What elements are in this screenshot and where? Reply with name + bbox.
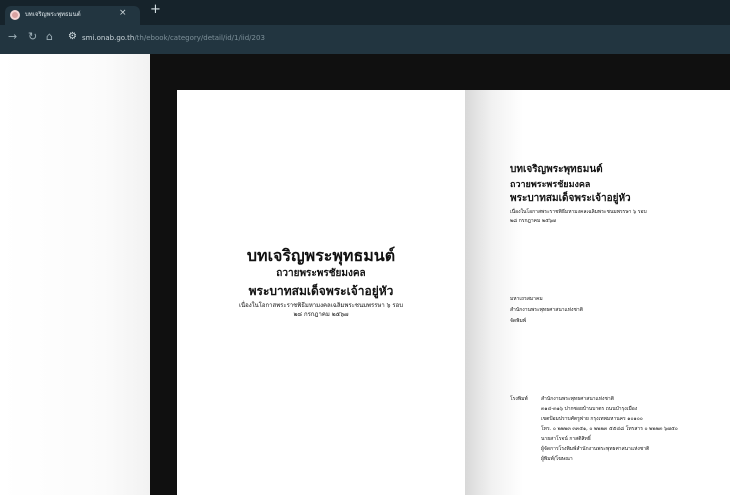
org-publisher: จัดพิมพ์ bbox=[510, 318, 527, 324]
forward-icon[interactable]: → bbox=[8, 30, 17, 43]
browser-tab-bar: บทเจริญพระพุทธมนต์ × + bbox=[0, 0, 730, 25]
url-path: /th/ebook/category/detail/id/1/iid/203 bbox=[134, 34, 265, 42]
printer-label: โรงพิมพ์ bbox=[510, 396, 528, 402]
browser-tab[interactable]: บทเจริญพระพุทธมนต์ × bbox=[5, 6, 140, 25]
book-right-page: บทเจริญพระพุทธมนต์ ถวายพระพรชัยมงคล พระบ… bbox=[465, 90, 730, 495]
right-page-title: บทเจริญพระพุทธมนต์ bbox=[510, 164, 603, 175]
left-panel bbox=[0, 54, 150, 495]
org-name: มหาเถรสมาคม bbox=[510, 296, 543, 302]
address-bar[interactable]: ⚙ smi.onab.go.th/th/ebook/category/detai… bbox=[64, 30, 714, 48]
printer-line: ผู้พิมพ์/โฆษณา bbox=[541, 456, 573, 462]
printer-line: โทร. ๐ ๒๒๒๓ ๓๓๕๑, ๐ ๒๒๒๓ ๕๕๔๘ โทรสาร ๐ ๒… bbox=[541, 426, 678, 432]
home-icon[interactable]: ⌂ bbox=[46, 30, 53, 43]
right-page-subtitle: ถวายพระพรชัยมงคล bbox=[510, 180, 591, 190]
printer-line: สำนักงานพระพุทธศาสนาแห่งชาติ bbox=[541, 396, 614, 402]
right-page-occasion: เนื่องในโอกาสพระราชพิธีมหามงคลเฉลิมพระชน… bbox=[510, 209, 647, 215]
left-page-subtitle: ถวายพระพรชัยมงคล bbox=[276, 268, 366, 279]
printer-line: ๓๑๔-๓๑๖ ปากซอยบ้านบาตร ถนนบำรุงเมือง bbox=[541, 406, 638, 412]
left-page-subtitle2: พระบาทสมเด็จพระเจ้าอยู่หัว bbox=[248, 284, 394, 298]
site-favicon-icon bbox=[10, 10, 20, 20]
book-left-page: บทเจริญพระพุทธมนต์ ถวายพระพรชัยมงคล พระบ… bbox=[177, 90, 465, 495]
tab-title: บทเจริญพระพุทธมนต์ bbox=[25, 11, 81, 18]
ebook-viewer: บทเจริญพระพุทธมนต์ ถวายพระพรชัยมงคล พระบ… bbox=[0, 54, 730, 495]
right-page-date: ๒๘ กรกฎาคม ๒๕๖๗ bbox=[510, 218, 556, 224]
site-settings-icon[interactable]: ⚙ bbox=[68, 31, 77, 42]
new-tab-button[interactable]: + bbox=[150, 2, 161, 17]
reload-icon[interactable]: ↻ bbox=[28, 30, 37, 43]
printer-line: นายสาโรจน์ กาสติสิทธิ์ bbox=[541, 436, 591, 442]
org-office: สำนักงานพระพุทธศาสนาแห่งชาติ bbox=[510, 307, 583, 313]
url-host: smi.onab.go.th bbox=[82, 34, 135, 42]
printer-line: เขตป้อมปราบศัตรูพ่าย กรุงเทพมหานคร ๑๐๑๐๐ bbox=[541, 416, 643, 422]
right-page-subtitle2: พระบาทสมเด็จพระเจ้าอยู่หัว bbox=[510, 193, 631, 204]
browser-toolbar: → ↻ ⌂ ⚙ smi.onab.go.th/th/ebook/category… bbox=[0, 25, 730, 54]
printer-line: ผู้จัดการโรงพิมพ์สำนักงานพระพุทธศาสนาแห่… bbox=[541, 446, 650, 452]
close-tab-icon[interactable]: × bbox=[119, 8, 127, 18]
url-text[interactable]: smi.onab.go.th/th/ebook/category/detail/… bbox=[82, 34, 265, 42]
left-page-date: ๒๘ กรกฎาคม ๒๕๖๗ bbox=[293, 311, 349, 318]
